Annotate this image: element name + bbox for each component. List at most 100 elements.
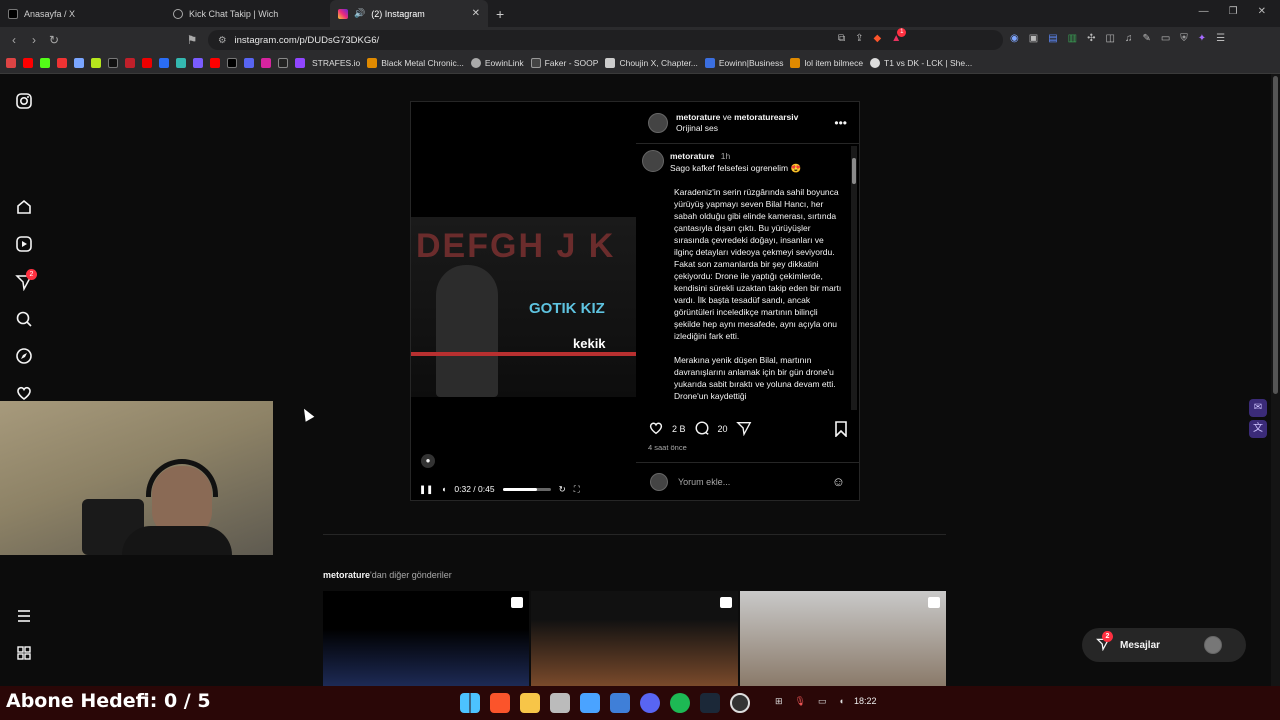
bookmark-icon[interactable] <box>125 58 135 68</box>
volume-icon[interactable]: ◖ <box>441 484 446 494</box>
vpn-icon[interactable]: ⛨ <box>1180 33 1188 44</box>
audio-label[interactable]: Orijinal ses <box>676 123 798 134</box>
share-icon[interactable] <box>735 420 752 438</box>
share-icon[interactable]: ⇪ <box>855 33 863 44</box>
like-icon[interactable] <box>648 420 664 438</box>
brave-rewards-icon[interactable]: ▲ 1 <box>891 28 907 44</box>
windows-start-icon[interactable] <box>460 693 480 713</box>
bookmark-icon[interactable] <box>176 58 186 68</box>
youtube-icon[interactable] <box>23 58 33 68</box>
volume-icon[interactable]: ◖ <box>839 696 844 707</box>
post-thumbnail[interactable] <box>323 591 530 686</box>
brave-browser-icon[interactable] <box>490 693 510 713</box>
x-logo-icon[interactable] <box>227 58 237 68</box>
explore-icon[interactable] <box>15 347 33 365</box>
reload-icon[interactable]: ↻ <box>44 33 64 47</box>
more-options-icon[interactable]: ••• <box>834 116 847 130</box>
user-tag-icon[interactable]: ● <box>421 454 435 468</box>
avatar[interactable] <box>648 112 668 133</box>
reel-video[interactable]: DEFGH J K GOTIK KIZ kekik ● ❚❚ ◖ 0:32 / … <box>411 102 636 500</box>
sidebar-icon[interactable]: ◫ <box>1105 33 1114 44</box>
photos-icon[interactable] <box>580 693 600 713</box>
bookmark-item[interactable]: EowinLink <box>470 58 524 68</box>
caption-username[interactable]: metorature <box>670 151 714 161</box>
close-window-icon[interactable]: ✕ <box>1258 6 1266 17</box>
comment-icon[interactable] <box>694 420 710 438</box>
edit-icon[interactable]: ✎ <box>1142 33 1150 44</box>
tab-kick-chat[interactable]: Kick Chat Takip | Wich <box>165 0 330 27</box>
file-explorer-icon[interactable] <box>520 693 540 713</box>
open-external-icon[interactable]: ⧉ <box>838 33 845 44</box>
language-extension-icon[interactable]: 文 <box>1249 420 1267 438</box>
taskbar-clock[interactable]: 18:22 <box>854 696 877 706</box>
kick-icon[interactable] <box>40 58 50 68</box>
restore-icon[interactable]: ❐ <box>1229 6 1238 17</box>
messages-button[interactable]: 2 Mesajlar <box>1082 628 1246 662</box>
bookmark-item[interactable]: Choujin X, Chapter... <box>605 58 698 68</box>
bookmark-item[interactable]: STRAFES.io <box>312 58 360 68</box>
coauthor-username[interactable]: metoraturearsiv <box>734 112 798 122</box>
post-thumbnail[interactable] <box>739 591 946 686</box>
post-thumbnail[interactable] <box>531 591 738 686</box>
page-scrollbar-thumb[interactable] <box>1273 76 1278 394</box>
page-scrollbar[interactable] <box>1271 74 1280 686</box>
like-count[interactable]: 2 B <box>672 424 686 434</box>
forward-icon[interactable]: › <box>24 33 44 47</box>
direct-messages-icon[interactable]: 2 <box>15 269 37 292</box>
avatar[interactable] <box>642 150 664 172</box>
scrollbar-thumb[interactable] <box>852 158 856 184</box>
bookmark-item[interactable]: lol item bilmece <box>790 58 863 68</box>
reels-icon[interactable] <box>15 235 33 253</box>
bookmark-icon[interactable] <box>193 58 203 68</box>
menu-icon[interactable]: ☰ <box>1216 33 1225 44</box>
new-tab-button[interactable]: + <box>496 6 504 22</box>
bookmark-item[interactable]: Black Metal Chronic... <box>367 58 464 68</box>
bookmark-icon[interactable] <box>278 58 288 68</box>
extension-icon[interactable]: ◉ <box>1010 33 1019 44</box>
fullscreen-icon[interactable]: ⛶ <box>574 484 580 495</box>
brave-shield-icon[interactable]: ◆ <box>874 33 882 44</box>
pause-icon[interactable]: ❚❚ <box>419 484 433 495</box>
bookmark-icon[interactable] <box>159 58 169 68</box>
steam-icon[interactable] <box>700 693 720 713</box>
speaker-icon[interactable]: 🔊 <box>354 8 365 19</box>
comment-input[interactable]: Yorum ekle... <box>678 477 730 487</box>
gmail-icon[interactable] <box>6 58 16 68</box>
tab-x[interactable]: Anasayfa / X <box>0 0 165 27</box>
bookmark-item[interactable]: T1 vs DK - LCK | She... <box>870 58 972 68</box>
caption-scrollbar[interactable] <box>851 146 857 410</box>
site-settings-icon[interactable]: ⚙ <box>218 35 227 46</box>
spotify-icon[interactable] <box>670 693 690 713</box>
instagram-logo-icon[interactable] <box>15 92 33 110</box>
youtube-icon[interactable] <box>210 58 220 68</box>
microphone-icon[interactable]: 🎙 <box>795 696 806 707</box>
search-icon[interactable] <box>15 310 33 328</box>
twitch-icon[interactable] <box>295 58 305 68</box>
hammer-tool-icon[interactable] <box>550 693 570 713</box>
tab-instagram[interactable]: 🔊 (2) Instagram ✕ <box>330 0 488 27</box>
more-posts-user[interactable]: metorature <box>323 570 370 580</box>
tray-overflow-icon[interactable]: ⊞ <box>775 696 783 707</box>
also-from-meta-icon[interactable] <box>15 644 33 662</box>
instagram-logo-icon[interactable] <box>261 58 271 68</box>
extension-icon[interactable]: ▤ <box>1048 33 1057 44</box>
back-icon[interactable]: ‹ <box>4 33 24 47</box>
close-tab-icon[interactable]: ✕ <box>472 8 480 19</box>
app-icon[interactable] <box>610 693 630 713</box>
minimize-icon[interactable]: — <box>1199 6 1209 17</box>
emoji-icon[interactable]: ☺ <box>832 474 845 489</box>
bookmark-item[interactable]: Faker - SOOP <box>530 58 598 68</box>
bookmark-icon[interactable] <box>91 58 101 68</box>
wallet-icon[interactable]: ▭ <box>1161 33 1170 44</box>
bookmark-icon[interactable] <box>74 58 84 68</box>
bookmark-item[interactable]: Eowinn|Business <box>704 58 783 68</box>
comment-count[interactable]: 20 <box>718 424 728 434</box>
leo-icon[interactable]: ✦ <box>1198 33 1206 44</box>
extension-icon[interactable]: ▥ <box>1068 33 1077 44</box>
video-progress-bar[interactable] <box>502 487 551 491</box>
bookmark-icon[interactable] <box>142 58 152 68</box>
obs-icon[interactable] <box>730 693 750 713</box>
more-menu-icon[interactable] <box>15 607 33 625</box>
replay-icon[interactable]: ↻ <box>559 484 566 495</box>
network-icon[interactable]: ▭ <box>818 696 827 707</box>
